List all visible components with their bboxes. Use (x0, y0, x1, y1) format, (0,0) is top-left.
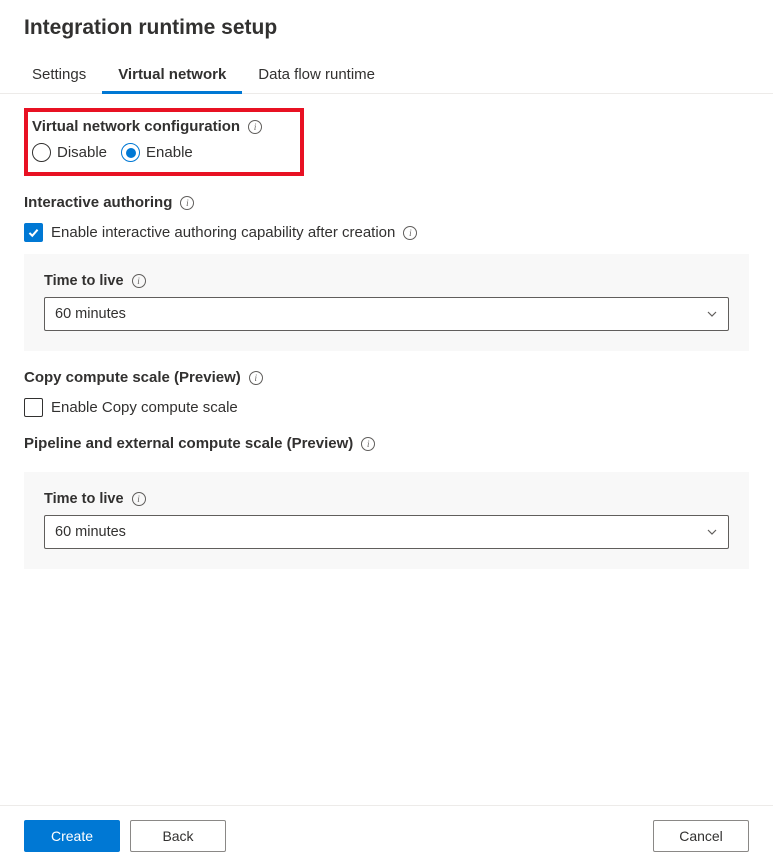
pipeline-ttl-panel: Time to live i 60 minutes (24, 472, 749, 569)
pipeline-ttl-value: 60 minutes (55, 524, 126, 540)
info-icon[interactable]: i (132, 274, 146, 288)
vnet-config-text: Virtual network configuration (32, 118, 240, 135)
interactive-authoring-text: Interactive authoring (24, 194, 172, 211)
cancel-button[interactable]: Cancel (653, 820, 749, 852)
copy-compute-section: Copy compute scale (Preview) i Enable Co… (24, 369, 749, 417)
copy-compute-text: Copy compute scale (Preview) (24, 369, 241, 386)
radio-dot (126, 148, 136, 158)
info-icon[interactable]: i (249, 371, 263, 385)
interactive-ttl-label: Time to live i (44, 273, 146, 289)
tabs: Settings Virtual network Data flow runti… (0, 58, 773, 94)
interactive-ttl-text: Time to live (44, 273, 124, 289)
check-icon (27, 226, 40, 239)
info-icon[interactable]: i (180, 196, 194, 210)
radio-disable[interactable]: Disable (32, 143, 107, 162)
interactive-authoring-label: Interactive authoring i (24, 194, 194, 211)
back-button[interactable]: Back (130, 820, 226, 852)
info-icon[interactable]: i (132, 492, 146, 506)
pipeline-ttl-label: Time to live i (44, 491, 146, 507)
tab-data-flow-runtime[interactable]: Data flow runtime (242, 58, 391, 93)
copy-compute-label: Copy compute scale (Preview) i (24, 369, 263, 386)
vnet-config-label: Virtual network configuration i (32, 118, 262, 135)
tab-virtual-network[interactable]: Virtual network (102, 58, 242, 93)
vnet-config-highlight: Virtual network configuration i Disable … (24, 108, 304, 176)
copy-compute-checkbox-label: Enable Copy compute scale (51, 399, 238, 416)
vnet-radio-group: Disable Enable (32, 143, 290, 162)
footer: Create Back Cancel (0, 805, 773, 866)
interactive-ttl-value: 60 minutes (55, 306, 126, 322)
info-icon[interactable]: i (403, 226, 417, 240)
info-icon[interactable]: i (361, 437, 375, 451)
chevron-down-icon (706, 308, 718, 320)
interactive-ttl-select[interactable]: 60 minutes (44, 297, 729, 331)
radio-enable[interactable]: Enable (121, 143, 193, 162)
copy-compute-checkbox-row: Enable Copy compute scale (24, 398, 749, 417)
interactive-ttl-panel: Time to live i 60 minutes (24, 254, 749, 351)
pipeline-compute-label: Pipeline and external compute scale (Pre… (24, 435, 375, 452)
radio-disable-label: Disable (57, 144, 107, 161)
radio-circle-selected (121, 143, 140, 162)
tab-settings[interactable]: Settings (24, 58, 102, 93)
info-icon[interactable]: i (248, 120, 262, 134)
pipeline-ttl-select[interactable]: 60 minutes (44, 515, 729, 549)
checkbox-interactive-authoring[interactable] (24, 223, 43, 242)
pipeline-ttl-text: Time to live (44, 491, 124, 507)
interactive-checkbox-row: Enable interactive authoring capability … (24, 223, 749, 242)
page-title: Integration runtime setup (24, 16, 749, 40)
create-button[interactable]: Create (24, 820, 120, 852)
radio-circle-unselected (32, 143, 51, 162)
pipeline-compute-section: Pipeline and external compute scale (Pre… (24, 435, 749, 569)
chevron-down-icon (706, 526, 718, 538)
radio-enable-label: Enable (146, 144, 193, 161)
checkbox-copy-compute[interactable] (24, 398, 43, 417)
interactive-authoring-section: Interactive authoring i Enable interacti… (24, 194, 749, 351)
footer-left: Create Back (24, 820, 226, 852)
pipeline-compute-text: Pipeline and external compute scale (Pre… (24, 435, 353, 452)
interactive-checkbox-label: Enable interactive authoring capability … (51, 224, 395, 241)
